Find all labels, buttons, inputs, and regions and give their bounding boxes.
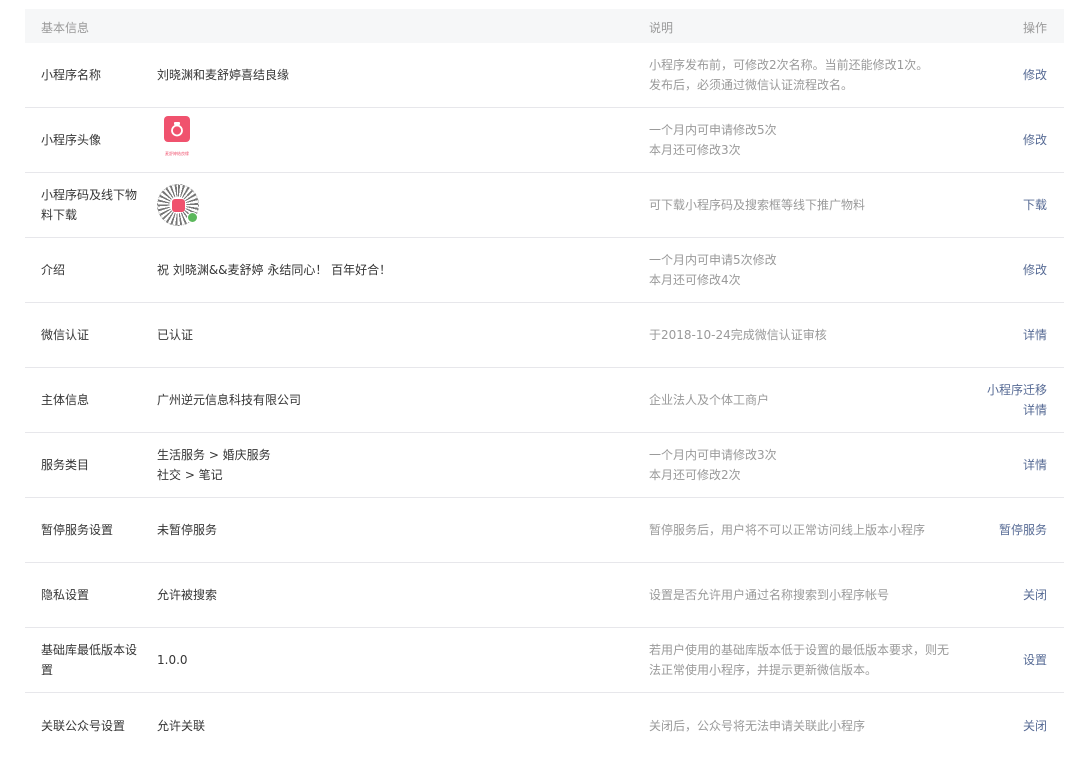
row-label: 微信认证 bbox=[41, 328, 90, 342]
verification-status: 已认证 bbox=[157, 328, 194, 342]
row-service-category: 服务类目 生活服务 > 婚庆服务 社交 > 笔记 一个月内可申请修改3次 本月还… bbox=[25, 433, 1064, 498]
row-intro: 介绍 祝 刘晓渊&&麦舒婷 永结同心！ 百年好合！ 一个月内可申请5次修改 本月… bbox=[25, 238, 1064, 303]
category-details-link[interactable]: 详情 bbox=[1023, 455, 1047, 475]
download-link[interactable]: 下载 bbox=[1023, 195, 1047, 215]
row-qrcode: 小程序码及线下物料下载 可下载小程序码及搜索框等线下推广物料 下载 bbox=[25, 173, 1064, 238]
row-label: 介绍 bbox=[41, 263, 66, 277]
row-label: 主体信息 bbox=[41, 393, 90, 407]
row-pause-service: 暂停服务设置 未暂停服务 暂停服务后，用户将不可以正常访问线上版本小程序 暂停服… bbox=[25, 498, 1064, 563]
row-desc-line: 企业法人及个体工商户 bbox=[649, 393, 770, 407]
row-desc-line: 设置是否允许用户通过名称搜索到小程序帐号 bbox=[649, 588, 890, 602]
row-desc-line: 本月还可修改2次 bbox=[649, 468, 741, 482]
row-desc-line: 小程序发布前，可修改2次名称。当前还能修改1次。 bbox=[649, 58, 929, 72]
row-desc-line: 一个月内可申请5次修改 bbox=[649, 253, 777, 267]
row-linked-official-account: 关联公众号设置 允许关联 关闭后，公众号将无法申请关联此小程序 关闭 bbox=[25, 693, 1064, 758]
row-label: 小程序名称 bbox=[41, 68, 102, 82]
migrate-app-link[interactable]: 小程序迁移 bbox=[987, 380, 1047, 400]
edit-intro-link[interactable]: 修改 bbox=[1023, 260, 1047, 280]
row-desc-line: 本月还可修改3次 bbox=[649, 143, 741, 157]
edit-avatar-link[interactable]: 修改 bbox=[1023, 130, 1047, 150]
set-version-link[interactable]: 设置 bbox=[1023, 650, 1047, 670]
row-label: 服务类目 bbox=[41, 458, 90, 472]
mini-program-code-icon bbox=[157, 184, 199, 226]
close-search-link[interactable]: 关闭 bbox=[1023, 585, 1047, 605]
settings-panel: 基本信息 说明 操作 小程序名称 刘晓渊和麦舒婷喜结良缘 小程序发布前，可修改2… bbox=[25, 9, 1064, 758]
pause-service-link[interactable]: 暂停服务 bbox=[999, 520, 1047, 540]
entity-name: 广州逆元信息科技有限公司 bbox=[157, 393, 302, 407]
min-version-value: 1.0.0 bbox=[157, 653, 188, 667]
entity-details-link[interactable]: 详情 bbox=[1023, 400, 1047, 420]
row-desc-line: 若用户使用的基础库版本低于设置的最低版本要求，则无 bbox=[649, 643, 950, 657]
row-entity-info: 主体信息 广州逆元信息科技有限公司 企业法人及个体工商户 小程序迁移 详情 bbox=[25, 368, 1064, 433]
privacy-status: 允许被搜索 bbox=[157, 588, 218, 602]
row-desc-line: 可下载小程序码及搜索框等线下推广物料 bbox=[649, 198, 866, 212]
app-name-value: 刘晓渊和麦舒婷喜结良缘 bbox=[157, 68, 290, 82]
row-desc-line: 暂停服务后，用户将不可以正常访问线上版本小程序 bbox=[649, 523, 926, 537]
close-link-link[interactable]: 关闭 bbox=[1023, 716, 1047, 736]
row-label: 关联公众号设置 bbox=[41, 718, 126, 733]
header-description: 说明 bbox=[649, 21, 674, 35]
verification-details-link[interactable]: 详情 bbox=[1023, 325, 1047, 345]
row-desc-line: 法正常使用小程序，并提示更新微信版本。 bbox=[649, 663, 878, 677]
row-desc-line: 本月还可修改4次 bbox=[649, 273, 741, 287]
row-label: 小程序头像 bbox=[41, 133, 102, 147]
row-label: 暂停服务设置 bbox=[41, 523, 114, 537]
header-basic-info: 基本信息 bbox=[41, 21, 90, 35]
pause-status: 未暂停服务 bbox=[157, 523, 218, 537]
edit-name-link[interactable]: 修改 bbox=[1023, 65, 1047, 85]
header-operation: 操作 bbox=[1022, 21, 1047, 35]
row-label: 隐私设置 bbox=[41, 588, 90, 602]
category-item: 社交 > 笔记 bbox=[157, 468, 223, 482]
table-header: 基本信息 说明 操作 bbox=[25, 9, 1064, 43]
link-status: 允许关联 bbox=[157, 718, 206, 733]
row-wechat-verification: 微信认证 已认证 于2018-10-24完成微信认证审核 详情 bbox=[25, 303, 1064, 368]
avatar-caption: 麦舒婷结良缘 bbox=[165, 151, 189, 156]
row-desc-line: 一个月内可申请修改5次 bbox=[649, 123, 777, 137]
row-label: 基础库最低版本设置 bbox=[41, 643, 138, 677]
intro-value: 祝 刘晓渊&&麦舒婷 永结同心！ 百年好合！ bbox=[157, 263, 392, 277]
row-base-library-version: 基础库最低版本设置 1.0.0 若用户使用的基础库版本低于设置的最低版本要求，则… bbox=[25, 628, 1064, 693]
row-privacy: 隐私设置 允许被搜索 设置是否允许用户通过名称搜索到小程序帐号 关闭 bbox=[25, 563, 1064, 628]
row-app-avatar: 小程序头像 麦舒婷结良缘 一个月内可申请修改5次 本月还可修改3次 修改 bbox=[25, 108, 1064, 173]
ring-icon bbox=[164, 116, 190, 142]
avatar: 麦舒婷结良缘 bbox=[157, 116, 197, 164]
row-desc-line: 发布后，必须通过微信认证流程改名。 bbox=[649, 78, 854, 92]
category-item: 生活服务 > 婚庆服务 bbox=[157, 448, 271, 462]
row-label: 小程序码及线下物料下载 bbox=[41, 188, 138, 222]
row-desc-line: 于2018-10-24完成微信认证审核 bbox=[649, 328, 827, 342]
row-app-name: 小程序名称 刘晓渊和麦舒婷喜结良缘 小程序发布前，可修改2次名称。当前还能修改1… bbox=[25, 43, 1064, 108]
row-desc-line: 关闭后，公众号将无法申请关联此小程序 bbox=[649, 718, 866, 733]
row-desc-line: 一个月内可申请修改3次 bbox=[649, 448, 777, 462]
